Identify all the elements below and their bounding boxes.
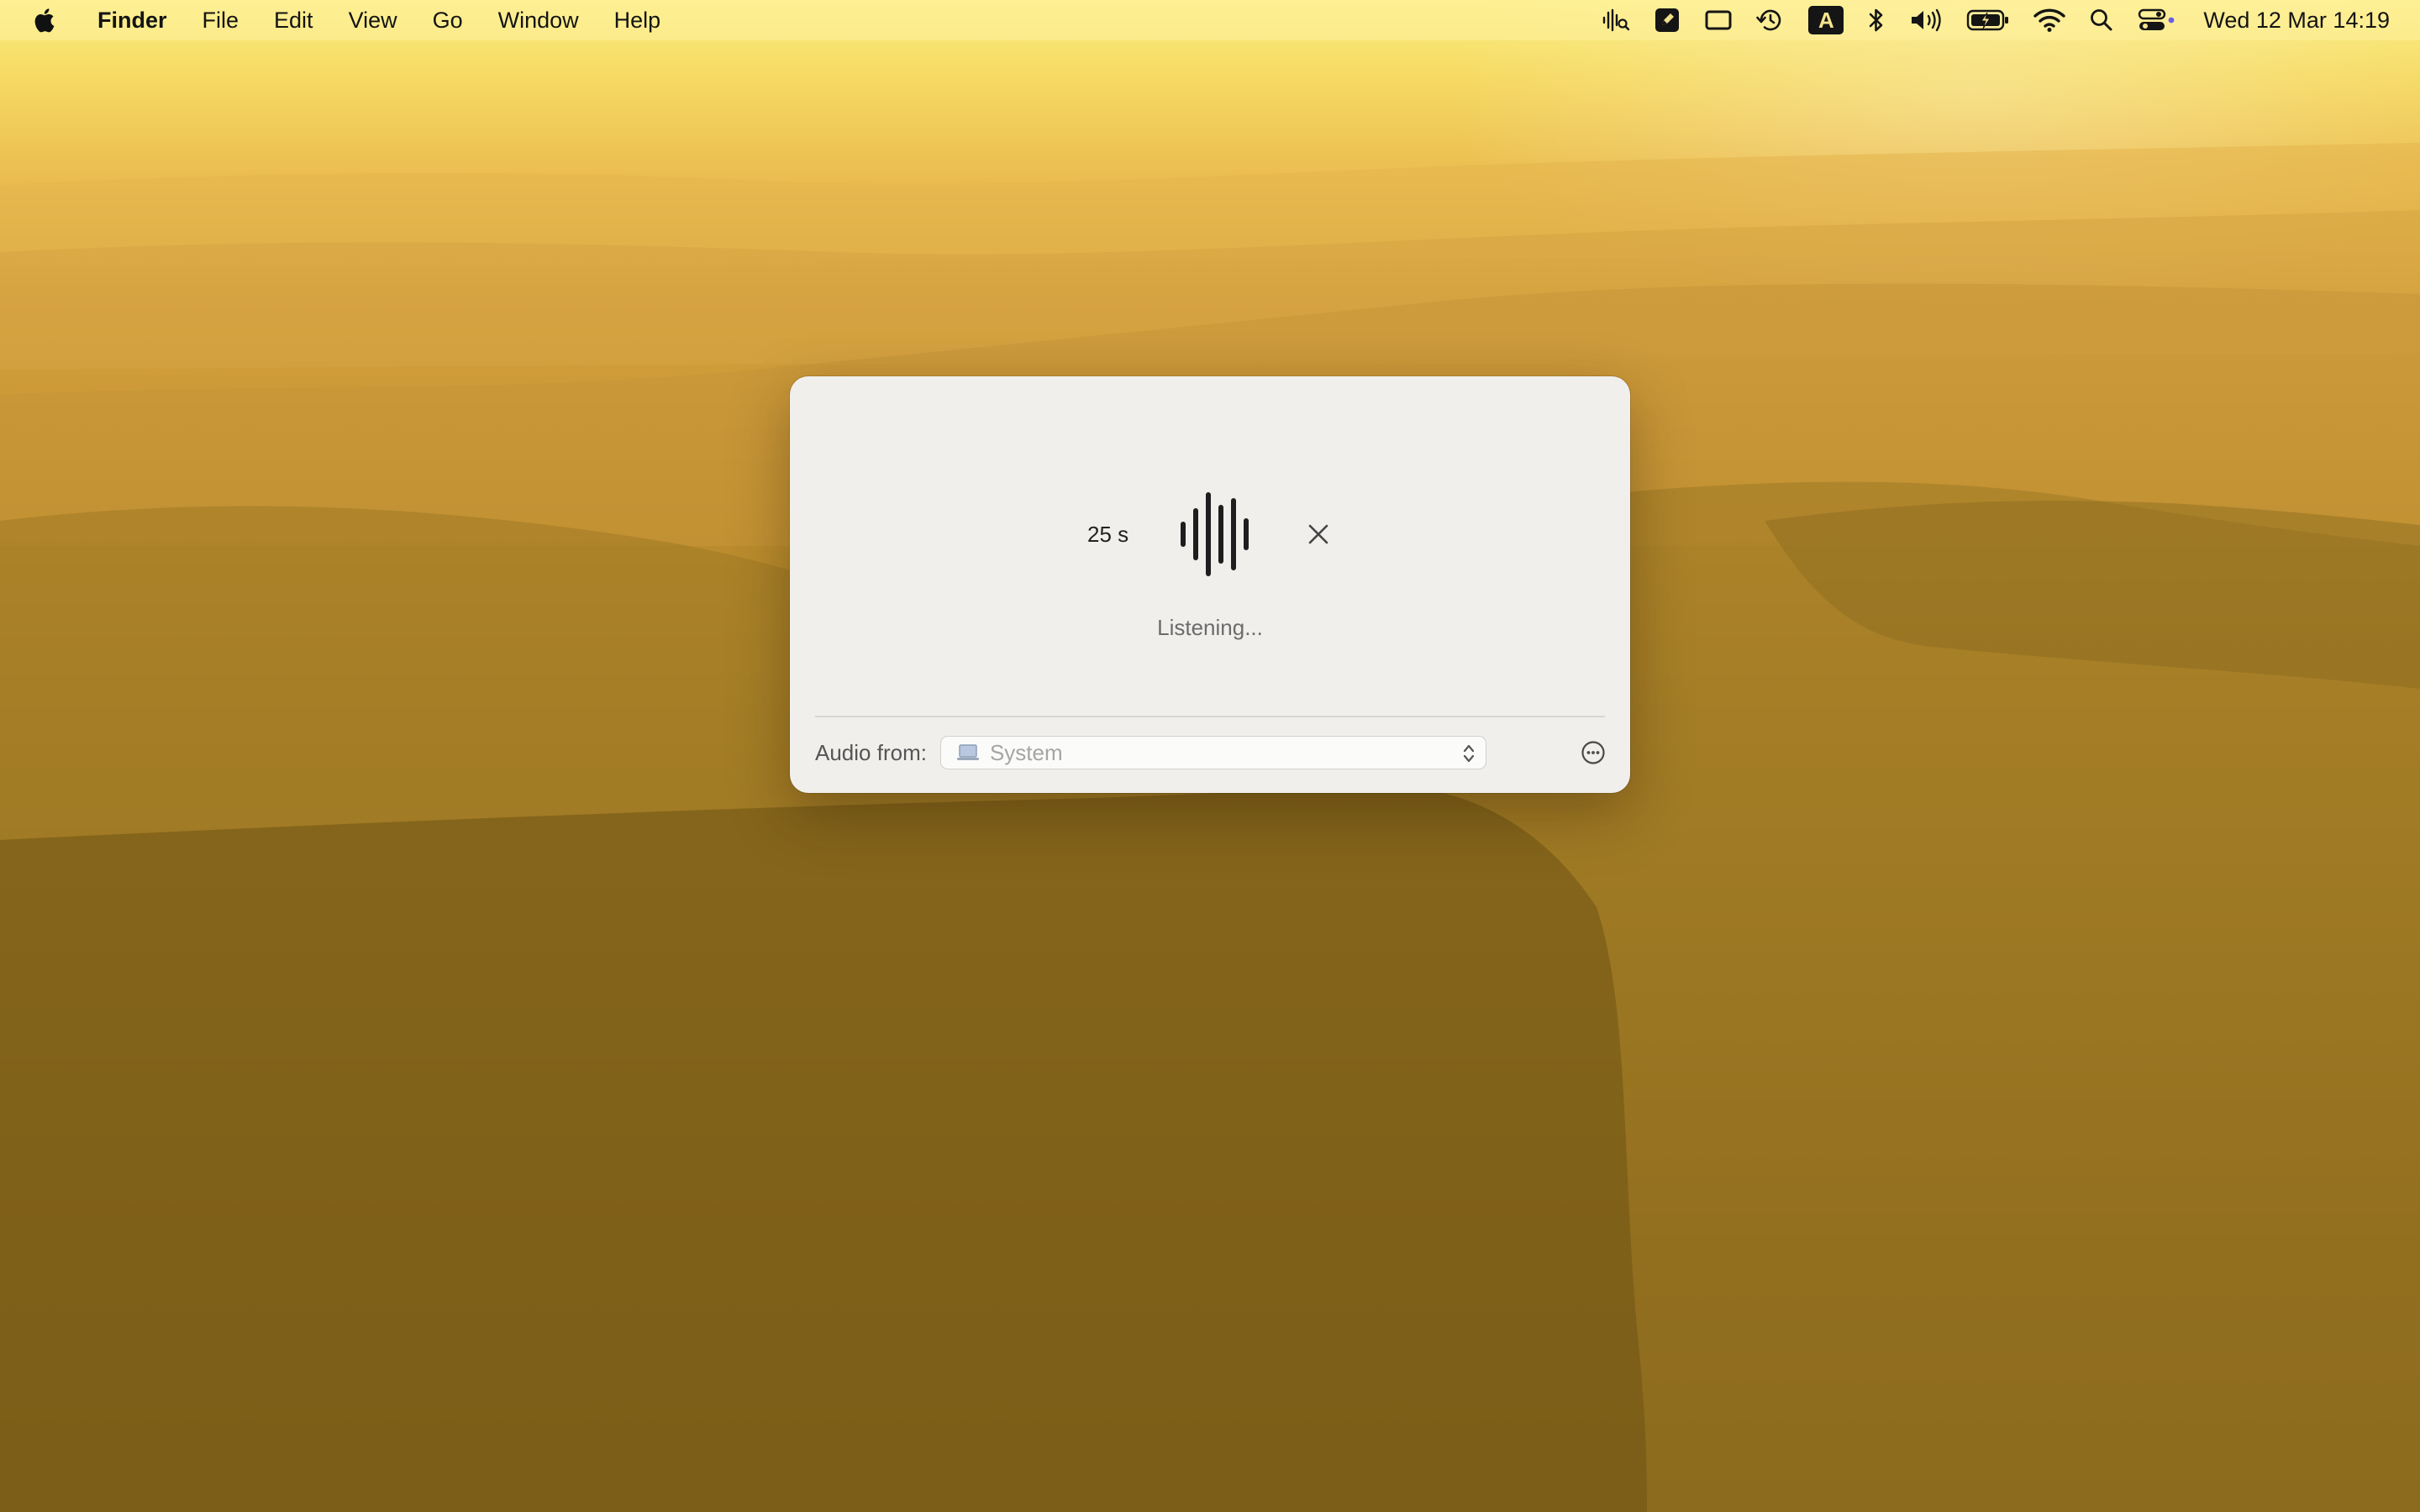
input-source-icon[interactable]: A <box>1797 0 1855 40</box>
dialog-divider <box>815 716 1605 717</box>
menu-view[interactable]: View <box>331 0 415 40</box>
menu-window[interactable]: Window <box>481 0 597 40</box>
close-icon <box>1308 524 1328 544</box>
apple-menu-icon[interactable] <box>34 7 57 34</box>
audio-source-value: System <box>989 739 1063 765</box>
waveform-icon <box>1181 492 1249 576</box>
menu-file[interactable]: File <box>185 0 257 40</box>
menu-edit[interactable]: Edit <box>256 0 331 40</box>
battery-icon[interactable] <box>1954 0 2022 40</box>
wifi-icon[interactable] <box>2022 0 2077 40</box>
menubar-clock[interactable]: Wed 12 Mar 14:19 <box>2188 8 2390 34</box>
recording-row: 25 s <box>790 484 1630 585</box>
listening-status: Listening... <box>1157 615 1263 640</box>
menu-help[interactable]: Help <box>597 0 679 40</box>
audio-from-label: Audio from: <box>815 739 927 765</box>
input-source-letter: A <box>1808 6 1844 34</box>
spotlight-icon[interactable] <box>2077 0 2126 40</box>
bluetooth-icon[interactable] <box>1855 0 1897 40</box>
recording-timer: 25 s <box>1087 521 1129 547</box>
screen-mirror-icon[interactable] <box>1692 0 1744 40</box>
volume-icon[interactable] <box>1897 0 1954 40</box>
control-center-icon[interactable] <box>2126 0 2188 40</box>
more-options-icon[interactable] <box>1580 739 1607 766</box>
stage-manager-icon[interactable] <box>1642 0 1692 40</box>
menu-go[interactable]: Go <box>415 0 481 40</box>
menu-app-finder[interactable]: Finder <box>82 0 185 40</box>
laptop-icon <box>956 744 979 760</box>
audio-waveform-icon[interactable] <box>1590 0 1642 40</box>
time-machine-icon[interactable] <box>1744 0 1797 40</box>
close-button[interactable] <box>1304 520 1333 549</box>
menu-bar: Finder File Edit View Go Window Help A W… <box>0 0 2420 40</box>
listening-dialog: 25 s Listening... Audio from: System <box>790 376 1630 793</box>
chevron-updown-icon <box>1463 744 1475 763</box>
audio-source-select[interactable]: System <box>939 736 1486 769</box>
dialog-footer: Audio from: System <box>815 731 1605 774</box>
